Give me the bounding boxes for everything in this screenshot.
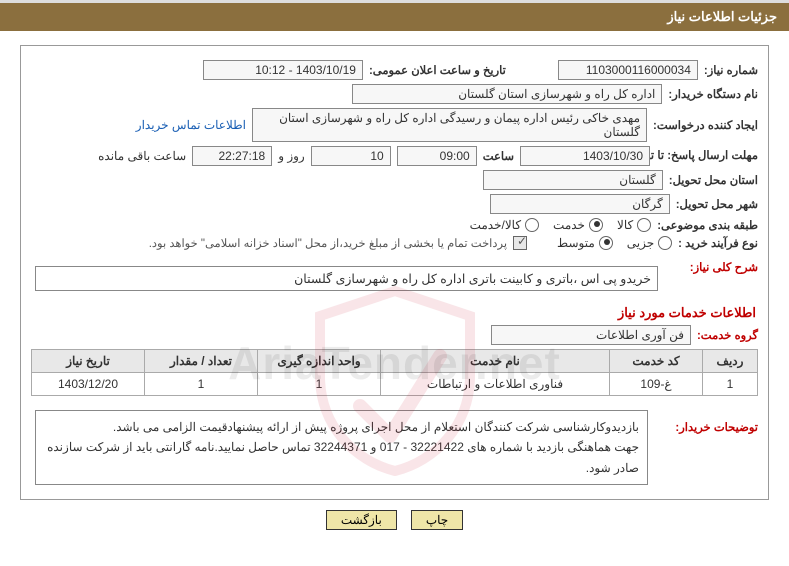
form-panel: AriaTender.net شماره نیاز: 1103000116000… — [20, 45, 769, 500]
th-name: نام خدمت — [381, 350, 610, 373]
payment-checkbox[interactable] — [513, 236, 527, 250]
subject-class-radios: کالا خدمت کالا/خدمت — [470, 218, 652, 232]
requester-value: مهدی خاکی رئیس اداره پیمان و رسیدگی ادار… — [252, 108, 647, 142]
requester-label: ایجاد کننده درخواست: — [653, 118, 758, 132]
deadline-label: مهلت ارسال پاسخ: تا تاریخ: — [656, 149, 758, 164]
cell-idx: 1 — [703, 373, 758, 396]
announce-dt-label: تاریخ و ساعت اعلان عمومی: — [369, 63, 506, 77]
need-summary-value: خریدو پی اس ،باتری و کابینت باتری اداره … — [35, 266, 658, 291]
services-table: ردیف کد خدمت نام خدمت واحد اندازه گیری ت… — [31, 349, 758, 396]
deadline-time-label: ساعت — [483, 149, 514, 163]
buyer-notes-box: بازدیدوکارشناسی شرکت کنندگان استعلام از … — [35, 410, 648, 485]
service-group-label: گروه خدمت: — [697, 328, 758, 342]
cell-code: غ-109 — [610, 373, 703, 396]
purchase-type-label: نوع فرآیند خرید : — [678, 236, 758, 250]
purchase-type-radios: جزیی متوسط — [557, 236, 672, 250]
cell-name: فناوری اطلاعات و ارتباطات — [381, 373, 610, 396]
buyer-org-label: نام دستگاه خریدار: — [668, 87, 758, 101]
radio-goods[interactable]: کالا — [617, 218, 651, 232]
delivery-city: گرگان — [490, 194, 670, 214]
delivery-province: گلستان — [483, 170, 663, 190]
buyer-notes-line1: بازدیدوکارشناسی شرکت کنندگان استعلام از … — [44, 417, 639, 437]
page-title: جزئیات اطلاعات نیاز — [0, 3, 789, 31]
service-group-value: فن آوری اطلاعات — [491, 325, 691, 345]
deadline-date: 1403/10/30 — [520, 146, 650, 166]
table-row: 1 غ-109 فناوری اطلاعات و ارتباطات 1 1 14… — [32, 373, 758, 396]
time-remaining: 22:27:18 — [192, 146, 272, 166]
th-qty: تعداد / مقدار — [145, 350, 258, 373]
days-word: روز و — [278, 149, 305, 163]
services-info-title: اطلاعات خدمات مورد نیاز — [33, 305, 756, 321]
cell-unit: 1 — [258, 373, 381, 396]
buyer-contact-link[interactable]: اطلاعات تماس خریدار — [136, 118, 246, 132]
radio-service[interactable]: خدمت — [553, 218, 603, 232]
th-date: تاریخ نیاز — [32, 350, 145, 373]
print-button[interactable]: چاپ — [411, 510, 463, 530]
deadline-time: 09:00 — [397, 146, 477, 166]
radio-medium[interactable]: متوسط — [557, 236, 613, 250]
radio-goods-service[interactable]: کالا/خدمت — [470, 218, 539, 232]
buyer-notes-line2: جهت هماهنگی بازدید با شماره های 32221422… — [44, 437, 639, 478]
need-no-label: شماره نیاز: — [704, 63, 758, 77]
delivery-city-label: شهر محل تحویل: — [676, 197, 758, 211]
th-code: کد خدمت — [610, 350, 703, 373]
payment-note: پرداخت تمام یا بخشی از مبلغ خرید،از محل … — [149, 236, 507, 250]
back-button[interactable]: بازگشت — [326, 510, 397, 530]
delivery-province-label: استان محل تحویل: — [669, 173, 758, 187]
cell-date: 1403/12/20 — [32, 373, 145, 396]
buyer-org-value: اداره کل راه و شهرسازی استان گلستان — [352, 84, 662, 104]
radio-minor[interactable]: جزیی — [627, 236, 672, 250]
announce-dt-value: 1403/10/19 - 10:12 — [203, 60, 363, 80]
subject-class-label: طبقه بندی موضوعی: — [657, 218, 758, 232]
buyer-notes-label: توضیحات خریدار: — [658, 402, 758, 434]
need-summary-label: شرح کلی نیاز: — [668, 260, 758, 274]
days-remaining: 10 — [311, 146, 391, 166]
need-no-value: 1103000116000034 — [558, 60, 698, 80]
th-unit: واحد اندازه گیری — [258, 350, 381, 373]
remaining-word: ساعت باقی مانده — [98, 149, 186, 163]
cell-qty: 1 — [145, 373, 258, 396]
th-idx: ردیف — [703, 350, 758, 373]
